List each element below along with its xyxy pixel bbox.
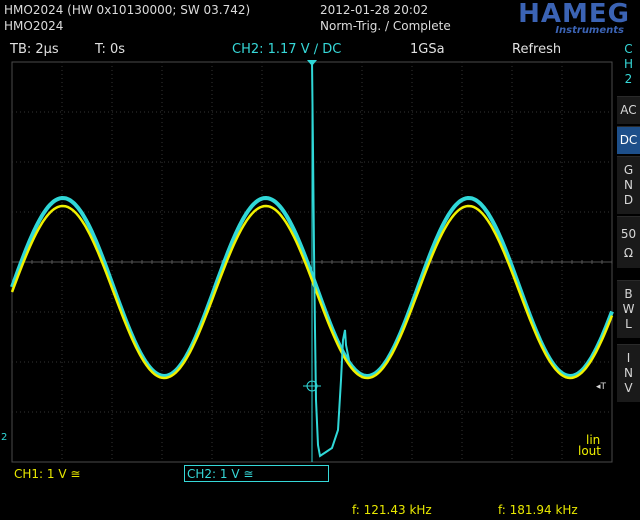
trigger-level-marker[interactable]: ◂T xyxy=(596,382,607,392)
ch2-ground-marker[interactable]: 2 xyxy=(1,432,7,443)
ch1-scale-label-2: lout xyxy=(578,444,601,458)
termination-50ohm-button[interactable]: 50 Ω xyxy=(617,216,640,268)
coupling-ac-button[interactable]: AC xyxy=(617,96,640,124)
ch1-frequency: f: 121.43 kHz xyxy=(352,503,432,517)
ch2-scale[interactable]: CH2: 1 V ≅ xyxy=(187,467,253,481)
crosshair-icon[interactable] xyxy=(303,377,321,395)
ch1-scale[interactable]: CH1: 1 V ≅ xyxy=(14,467,80,481)
coupling-gnd-button[interactable]: G N D xyxy=(617,156,640,214)
channel-indicator: C H 2 xyxy=(617,40,640,94)
bandwidth-limit-button[interactable]: B W L xyxy=(617,280,640,338)
waveform-display[interactable]: 2 ◂T lin lout xyxy=(0,0,640,520)
invert-button[interactable]: I N V xyxy=(617,344,640,402)
ch2-frequency: f: 181.94 kHz xyxy=(498,503,578,517)
ch2-glitch-trace xyxy=(311,59,350,458)
coupling-dc-button[interactable]: DC xyxy=(617,126,640,154)
